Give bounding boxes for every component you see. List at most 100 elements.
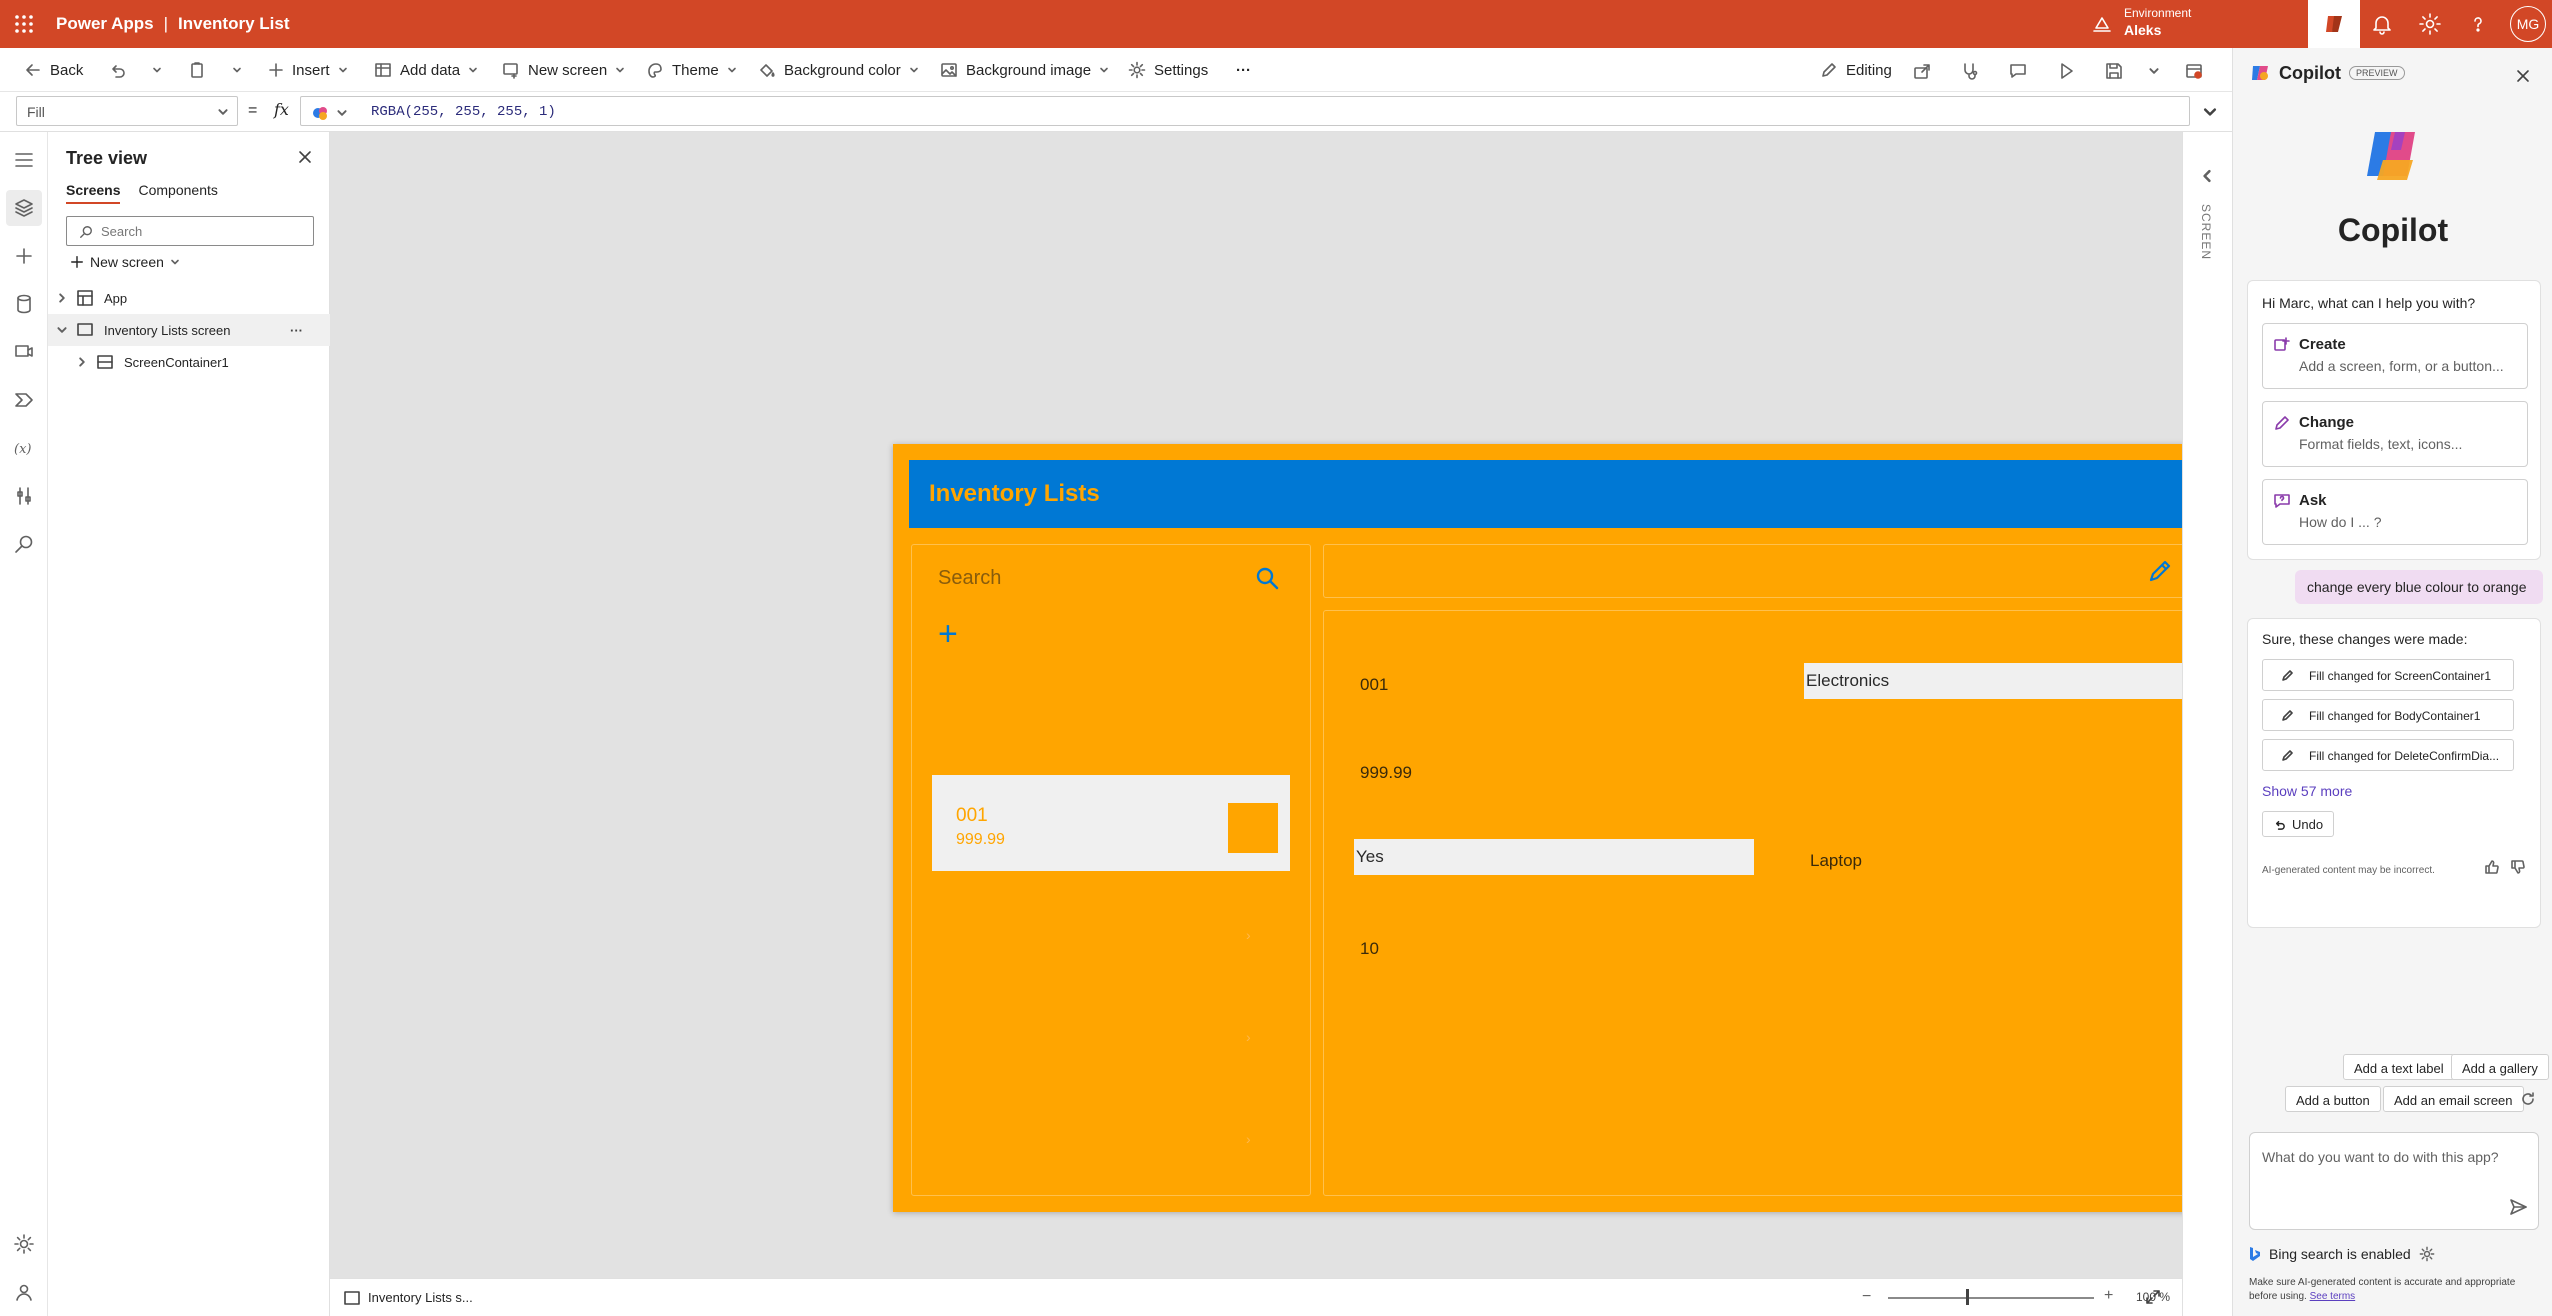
copilot-prompt-input[interactable]: What do you want to do with this app? xyxy=(2249,1132,2539,1230)
close-icon[interactable] xyxy=(296,148,314,166)
save-icon[interactable] xyxy=(2104,61,2124,81)
advanced-tools-icon[interactable] xyxy=(12,484,36,508)
chevron-right-icon[interactable] xyxy=(56,292,68,304)
chevron-down-icon[interactable] xyxy=(232,65,242,75)
add-data-button[interactable]: Add data xyxy=(374,48,478,92)
field-category-input[interactable]: Electronics xyxy=(1804,663,2204,699)
chevron-down-icon[interactable] xyxy=(56,324,68,336)
expand-formula-chevron-icon[interactable] xyxy=(2202,104,2218,120)
screen-strip-label[interactable]: SCREEN xyxy=(2199,204,2213,260)
copilot-option-create[interactable]: Create Add a screen, form, or a button..… xyxy=(2262,323,2528,389)
detail-body-container[interactable]: 001 Electronics 999.99 Yes Laptop 10 xyxy=(1323,610,2244,1196)
media-icon[interactable] xyxy=(12,340,36,364)
refresh-suggestions-icon[interactable] xyxy=(2519,1090,2537,1108)
chevron-right-icon[interactable] xyxy=(76,356,88,368)
gallery-panel[interactable]: Search + 001 999.99 › › › xyxy=(911,544,1311,1196)
copilot-option-ask[interactable]: Ask How do I ... ? xyxy=(2262,479,2528,545)
gallery-item-next-button[interactable] xyxy=(1228,803,1278,853)
settings-gear-icon[interactable] xyxy=(2418,12,2442,36)
thumbs-up-icon[interactable] xyxy=(2484,859,2500,875)
show-more-link[interactable]: Show 57 more xyxy=(2262,783,2352,799)
tab-components[interactable]: Components xyxy=(138,182,217,204)
zoom-slider-thumb[interactable] xyxy=(1966,1289,1969,1305)
background-image-button[interactable]: Background image xyxy=(940,48,1109,92)
thumbs-down-icon[interactable] xyxy=(2510,859,2526,875)
zoom-out-button[interactable]: − xyxy=(1862,1288,1871,1306)
new-screen-button[interactable]: New screen xyxy=(502,48,625,92)
screen-selector[interactable]: Inventory Lists s... xyxy=(344,1290,473,1305)
change-item[interactable]: Fill changed for BodyContainer1 xyxy=(2262,699,2514,731)
theme-button[interactable]: Theme xyxy=(646,48,737,92)
edit-pencil-icon[interactable] xyxy=(2146,557,2174,585)
environment-picker[interactable]: Environment Aleks xyxy=(2124,6,2191,38)
layers-icon[interactable] xyxy=(12,196,36,220)
app-checker-icon[interactable] xyxy=(1960,61,1980,81)
notifications-icon[interactable] xyxy=(2370,12,2394,36)
tree-node-app[interactable]: App xyxy=(48,282,330,314)
app-launcher-icon[interactable] xyxy=(14,14,34,34)
zoom-in-button[interactable]: + xyxy=(2104,1287,2113,1305)
settings-button[interactable]: Settings xyxy=(1128,48,1208,92)
settings-gear-icon[interactable] xyxy=(2419,1246,2435,1262)
back-button[interactable]: Back xyxy=(24,48,83,92)
insert-plus-icon[interactable] xyxy=(12,244,36,268)
tree-node-more-button[interactable]: ··· xyxy=(290,323,303,338)
publish-icon[interactable] xyxy=(2184,61,2204,81)
new-screen-tree-button[interactable]: New screen xyxy=(70,254,180,270)
copilot-toggle-tab[interactable] xyxy=(2308,0,2360,48)
user-avatar[interactable]: MG xyxy=(2510,6,2546,42)
add-item-button[interactable]: + xyxy=(938,617,958,651)
insert-button[interactable]: Insert xyxy=(268,48,348,92)
zoom-slider[interactable] xyxy=(1888,1297,2094,1299)
document-name[interactable]: Inventory List xyxy=(178,14,289,33)
help-icon[interactable] xyxy=(2466,12,2490,36)
screen-container[interactable]: Inventory Lists Search + 001 999.99 › › … xyxy=(893,444,2260,1212)
app-search-input[interactable]: Search xyxy=(938,567,1001,590)
tab-screens[interactable]: Screens xyxy=(66,182,121,204)
undo-button[interactable] xyxy=(108,48,162,92)
gallery-item[interactable]: 001 999.99 xyxy=(932,775,1290,871)
tree-search-input[interactable]: Search xyxy=(66,216,314,246)
tree-node-inventory-screen[interactable]: Inventory Lists screen ··· xyxy=(48,314,330,346)
app-header-bar[interactable]: Inventory Lists xyxy=(909,460,2244,544)
data-cylinder-icon[interactable] xyxy=(12,292,36,316)
play-preview-icon[interactable] xyxy=(2056,61,2076,81)
suggestion-add-gallery[interactable]: Add a gallery xyxy=(2451,1054,2549,1080)
background-color-button[interactable]: Background color xyxy=(758,48,919,92)
copilot-option-change[interactable]: Change Format fields, text, icons... xyxy=(2262,401,2528,467)
editing-label: Editing xyxy=(1846,61,1892,79)
see-terms-link[interactable]: See terms xyxy=(2310,1291,2356,1302)
field-flag-input[interactable]: Yes xyxy=(1354,839,1754,875)
more-commands-button[interactable]: ··· xyxy=(1236,48,1251,92)
suggestion-add-button[interactable]: Add a button xyxy=(2285,1086,2381,1112)
undo-button[interactable]: Undo xyxy=(2262,811,2335,837)
tree-node-screen-container[interactable]: ScreenContainer1 xyxy=(48,346,330,378)
virtual-agent-icon[interactable] xyxy=(12,1280,36,1304)
suggestion-add-text-label[interactable]: Add a text label xyxy=(2343,1054,2455,1080)
share-icon[interactable] xyxy=(1912,61,1932,81)
search-icon[interactable] xyxy=(1254,565,1280,591)
close-icon[interactable] xyxy=(2515,68,2531,84)
screen-icon xyxy=(344,1290,360,1305)
expand-properties-chevron-icon[interactable] xyxy=(2199,168,2215,184)
paste-button[interactable] xyxy=(188,48,242,92)
power-automate-icon[interactable] xyxy=(12,388,36,412)
editing-mode-button[interactable]: Editing xyxy=(1820,48,1892,92)
suggestion-add-email-screen[interactable]: Add an email screen xyxy=(2383,1086,2524,1112)
property-dropdown[interactable]: Fill xyxy=(16,96,238,126)
save-options-chevron-icon[interactable] xyxy=(2148,65,2160,77)
design-canvas[interactable]: Inventory Lists Search + 001 999.99 › › … xyxy=(330,132,2260,1278)
send-icon[interactable] xyxy=(2508,1197,2528,1217)
chevron-down-icon[interactable] xyxy=(336,107,348,119)
variables-icon[interactable]: (x) xyxy=(12,436,36,460)
search-icon[interactable] xyxy=(12,532,36,556)
formula-input[interactable]: RGBA(255, 255, 255, 1) xyxy=(300,96,2190,126)
comments-icon[interactable] xyxy=(2008,61,2028,81)
copilot-formula-icon[interactable] xyxy=(312,104,330,122)
change-item[interactable]: Fill changed for ScreenContainer1 xyxy=(2262,659,2514,691)
change-item[interactable]: Fill changed for DeleteConfirmDia... xyxy=(2262,739,2514,771)
settings-gear-icon[interactable] xyxy=(12,1232,36,1256)
hamburger-menu-icon[interactable] xyxy=(12,148,36,172)
fit-to-window-icon[interactable] xyxy=(2144,1288,2162,1306)
chevron-down-icon[interactable] xyxy=(152,65,162,75)
